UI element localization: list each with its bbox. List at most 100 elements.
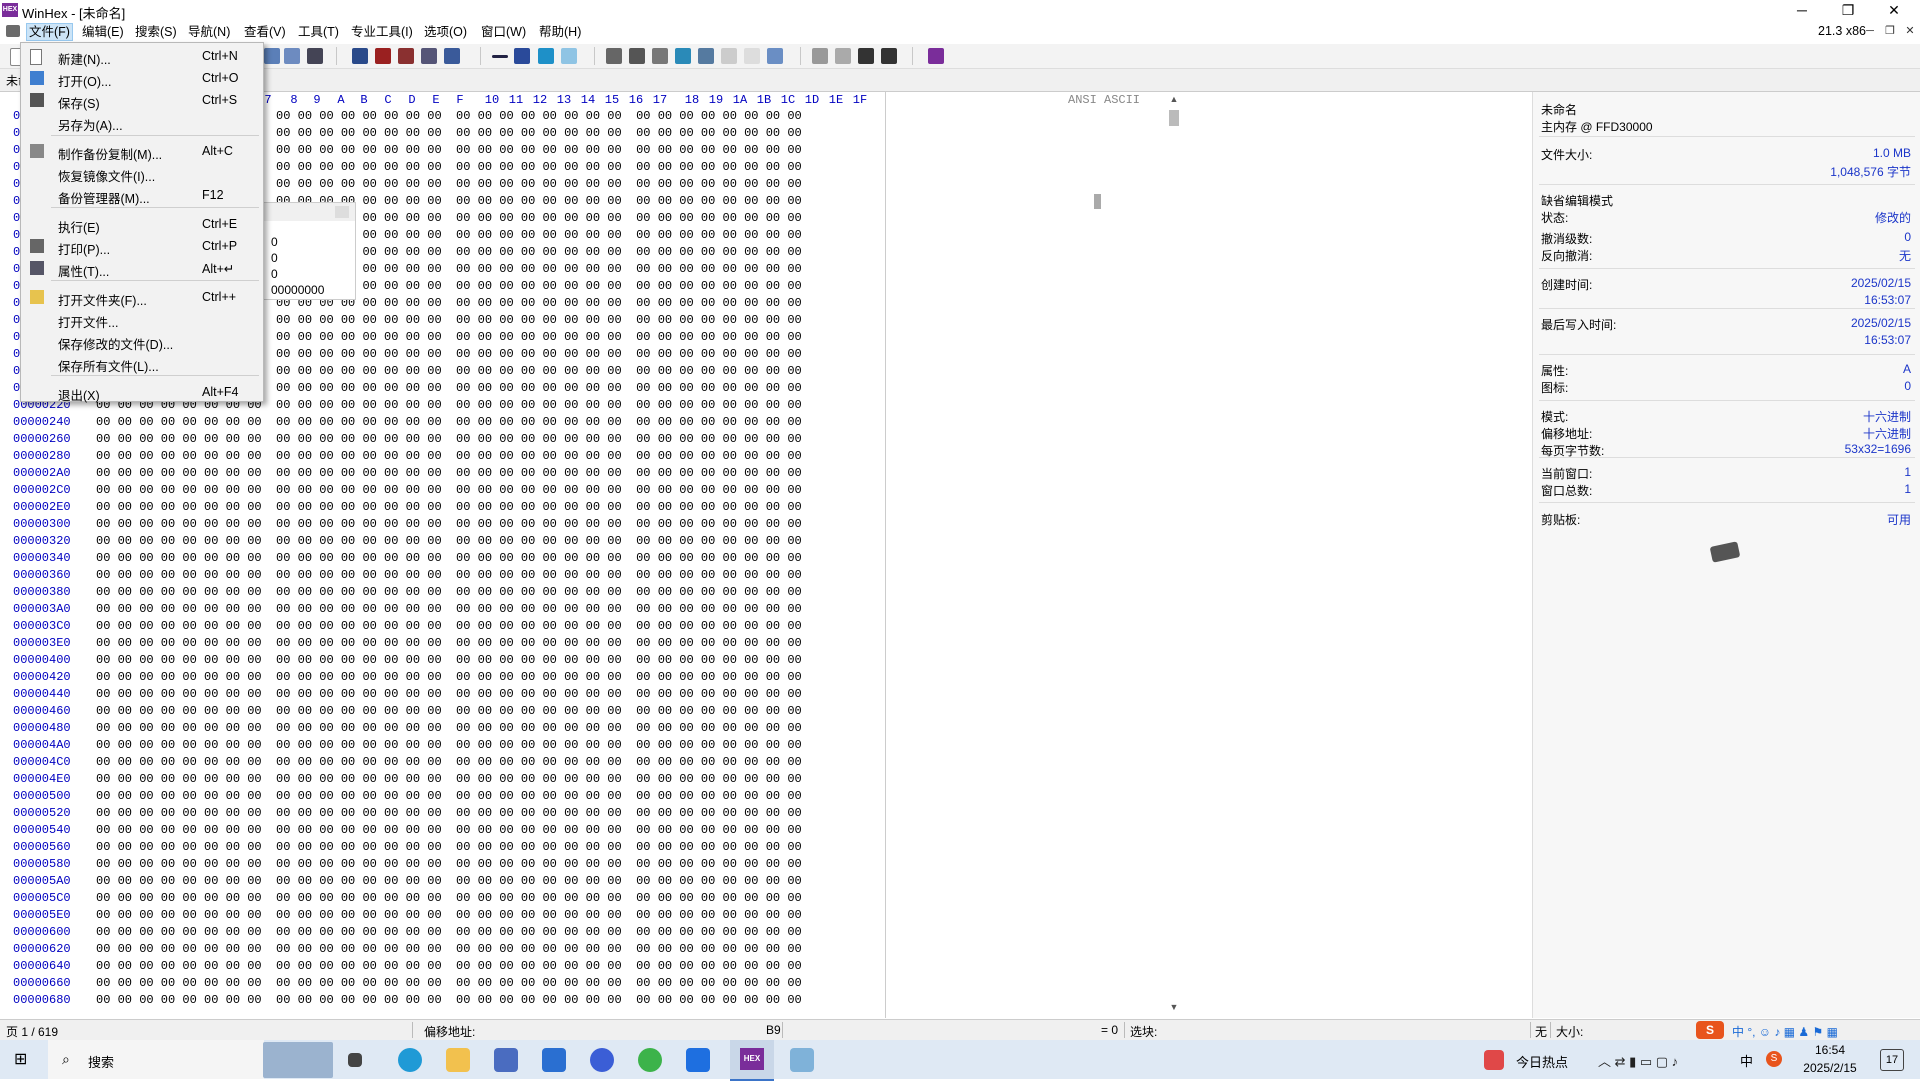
row-bytes[interactable]: 00 00 00 00 00 00 00 00 00 00 00 00 00 0… xyxy=(96,653,802,667)
copy-block-icon[interactable] xyxy=(284,48,300,64)
analyze-icon[interactable] xyxy=(721,48,737,64)
row-bytes[interactable]: 00 00 00 00 00 00 00 00 00 00 00 00 00 0… xyxy=(96,806,802,820)
row-bytes[interactable]: 00 00 00 00 00 00 00 00 00 00 00 00 00 0… xyxy=(96,517,802,531)
file-menu-item[interactable]: 打开文件... xyxy=(21,309,263,330)
grid-icon[interactable] xyxy=(835,48,851,64)
row-bytes[interactable]: 00 00 00 00 00 00 00 00 00 00 00 00 00 0… xyxy=(96,925,802,939)
replace-text-icon[interactable] xyxy=(398,48,414,64)
row-bytes[interactable]: 00 00 00 00 00 00 00 00 00 00 00 00 00 0… xyxy=(96,908,802,922)
row-bytes[interactable]: 00 00 00 00 00 00 00 00 00 00 00 00 00 0… xyxy=(96,585,802,599)
row-bytes[interactable]: 00 00 00 00 00 00 00 00 00 00 00 00 00 0… xyxy=(96,483,802,497)
hex-convert-icon[interactable] xyxy=(307,48,323,64)
row-bytes[interactable]: 00 00 00 00 00 00 00 00 00 00 00 00 00 0… xyxy=(96,772,802,786)
maximize-button[interactable]: ❐ xyxy=(1826,0,1870,22)
row-bytes[interactable]: 00 00 00 00 00 00 00 00 00 00 00 00 00 0… xyxy=(96,568,802,582)
row-bytes[interactable]: 00 00 00 00 00 00 00 00 00 00 00 00 00 0… xyxy=(96,959,802,973)
forward-icon[interactable] xyxy=(561,48,577,64)
app-control-icon[interactable] xyxy=(6,25,20,37)
mdi-minimize-icon[interactable]: ─ xyxy=(1862,24,1878,38)
open-disk-icon[interactable] xyxy=(606,48,622,64)
file-menu-item[interactable]: 保存修改的文件(D)... xyxy=(21,331,263,352)
menu-search[interactable]: 搜索(S) xyxy=(133,24,179,40)
menu-specialist-tools[interactable]: 专业工具(I) xyxy=(349,24,415,40)
file-menu-item[interactable]: 打开(O)... Ctrl+O xyxy=(21,68,263,89)
back-icon[interactable] xyxy=(538,48,554,64)
news-label[interactable]: 今日热点 xyxy=(1516,1052,1568,1071)
store-icon[interactable] xyxy=(494,1048,518,1072)
next-icon[interactable] xyxy=(881,48,897,64)
mdi-restore-icon[interactable]: ❐ xyxy=(1882,24,1898,38)
news-icon[interactable] xyxy=(1484,1050,1504,1070)
row-bytes[interactable]: 00 00 00 00 00 00 00 00 00 00 00 00 00 0… xyxy=(96,704,802,718)
paste-icon[interactable] xyxy=(264,48,280,64)
file-menu-item[interactable]: 打印(P)... Ctrl+P xyxy=(21,236,263,257)
goto-offset-icon[interactable] xyxy=(492,55,508,58)
menu-file[interactable]: 文件(F) xyxy=(26,23,73,41)
minimize-button[interactable]: ─ xyxy=(1780,0,1824,22)
menu-help[interactable]: 帮助(H) xyxy=(537,24,583,40)
notification-icon[interactable]: 17 xyxy=(1880,1049,1904,1071)
row-bytes[interactable]: 00 00 00 00 00 00 00 00 00 00 00 00 00 0… xyxy=(96,789,802,803)
wechat-icon[interactable] xyxy=(638,1048,662,1072)
winhex-taskbar-button[interactable]: HEX xyxy=(730,1040,774,1081)
file-menu-item[interactable]: 保存(S) Ctrl+S xyxy=(21,90,263,111)
menu-options[interactable]: 选项(O) xyxy=(422,24,469,40)
previous-icon[interactable] xyxy=(858,48,874,64)
case-data-icon[interactable] xyxy=(812,48,828,64)
menu-edit[interactable]: 编辑(E) xyxy=(80,24,126,40)
vertical-scrollbar[interactable]: ▲ ▼ xyxy=(1166,92,1182,1018)
tools-disabled-icon[interactable] xyxy=(744,48,760,64)
find-text-icon[interactable] xyxy=(352,48,368,64)
row-bytes[interactable]: 00 00 00 00 00 00 00 00 00 00 00 00 00 0… xyxy=(96,857,802,871)
calculator-icon[interactable] xyxy=(675,48,691,64)
row-bytes[interactable]: 00 00 00 00 00 00 00 00 00 00 00 00 00 0… xyxy=(96,687,802,701)
ime-indicator[interactable]: 中 xyxy=(1740,1051,1753,1070)
sogou-ime-icon[interactable]: S xyxy=(1696,1021,1724,1039)
row-bytes[interactable]: 00 00 00 00 00 00 00 00 00 00 00 00 00 0… xyxy=(96,874,802,888)
row-bytes[interactable]: 00 00 00 00 00 00 00 00 00 00 00 00 00 0… xyxy=(96,823,802,837)
menu-tools[interactable]: 工具(T) xyxy=(296,24,341,40)
find-hex-icon[interactable] xyxy=(375,48,391,64)
row-bytes[interactable]: 00 00 00 00 00 00 00 00 00 00 00 00 00 0… xyxy=(96,891,802,905)
sogou-tray-icon[interactable]: S xyxy=(1766,1051,1782,1067)
row-bytes[interactable]: 00 00 00 00 00 00 00 00 00 00 00 00 00 0… xyxy=(96,466,802,480)
file-menu-item[interactable]: 制作备份复制(M)... Alt+C xyxy=(21,141,263,162)
mdi-close-icon[interactable]: ✕ xyxy=(1902,24,1918,38)
row-bytes[interactable]: 00 00 00 00 00 00 00 00 00 00 00 00 00 0… xyxy=(96,602,802,616)
open-ram-icon[interactable] xyxy=(629,48,645,64)
menu-window[interactable]: 窗口(W) xyxy=(479,24,528,40)
row-bytes[interactable]: 00 00 00 00 00 00 00 00 00 00 00 00 00 0… xyxy=(96,619,802,633)
row-bytes[interactable]: 00 00 00 00 00 00 00 00 00 00 00 00 00 0… xyxy=(96,551,802,565)
file-menu-item[interactable]: 备份管理器(M)... F12 xyxy=(21,185,263,206)
menu-view[interactable]: 查看(V) xyxy=(242,24,288,40)
row-bytes[interactable]: 00 00 00 00 00 00 00 00 00 00 00 00 00 0… xyxy=(96,500,802,514)
file-menu-item[interactable]: 新建(N)... Ctrl+N xyxy=(21,46,263,67)
row-bytes[interactable]: 00 00 00 00 00 00 00 00 00 00 00 00 00 0… xyxy=(96,636,802,650)
replace-hex-icon[interactable] xyxy=(421,48,437,64)
task-view-icon[interactable] xyxy=(348,1053,362,1067)
file-menu-item[interactable]: 另存为(A)... xyxy=(21,112,263,133)
row-bytes[interactable]: 00 00 00 00 00 00 00 00 00 00 00 00 00 0… xyxy=(96,721,802,735)
row-bytes[interactable]: 00 00 00 00 00 00 00 00 00 00 00 00 00 0… xyxy=(96,670,802,684)
notepad-icon[interactable] xyxy=(790,1048,814,1072)
clock-date[interactable]: 2025/2/15 xyxy=(1796,1061,1864,1075)
file-menu-item[interactable]: 属性(T)... Alt+↵ xyxy=(21,258,263,279)
row-bytes[interactable]: 00 00 00 00 00 00 00 00 00 00 00 00 00 0… xyxy=(96,840,802,854)
ime-toolbar[interactable]: 中 °, ☺ ♪ ▦ ♟ ⚑ ▦ xyxy=(1732,1023,1838,1040)
close-button[interactable]: ✕ xyxy=(1872,0,1916,22)
row-bytes[interactable]: 00 00 00 00 00 00 00 00 00 00 00 00 00 0… xyxy=(96,449,802,463)
disk-editor-icon[interactable] xyxy=(652,48,668,64)
row-bytes[interactable]: 00 00 00 00 00 00 00 00 00 00 00 00 00 0… xyxy=(96,976,802,990)
file-menu-item[interactable]: 恢复镜像文件(I)... xyxy=(21,163,263,184)
goto-sector-icon[interactable] xyxy=(514,48,530,64)
clock-time[interactable]: 16:54 xyxy=(1800,1043,1860,1057)
row-bytes[interactable]: 00 00 00 00 00 00 00 00 00 00 00 00 00 0… xyxy=(96,534,802,548)
tray-icons[interactable]: ︿ ⇄ ▮ ▭ ▢ ♪ xyxy=(1598,1051,1678,1070)
file-menu-item[interactable]: 保存所有文件(L)... xyxy=(21,353,263,374)
browser-icon[interactable] xyxy=(590,1048,614,1072)
file-menu-item[interactable]: 退出(X) Alt+F4 xyxy=(21,382,263,403)
row-bytes[interactable]: 00 00 00 00 00 00 00 00 00 00 00 00 00 0… xyxy=(96,432,802,446)
file-menu-item[interactable]: 打开文件夹(F)... Ctrl++ xyxy=(21,287,263,308)
row-bytes[interactable]: 00 00 00 00 00 00 00 00 00 00 00 00 00 0… xyxy=(96,738,802,752)
hash-icon[interactable] xyxy=(698,48,714,64)
